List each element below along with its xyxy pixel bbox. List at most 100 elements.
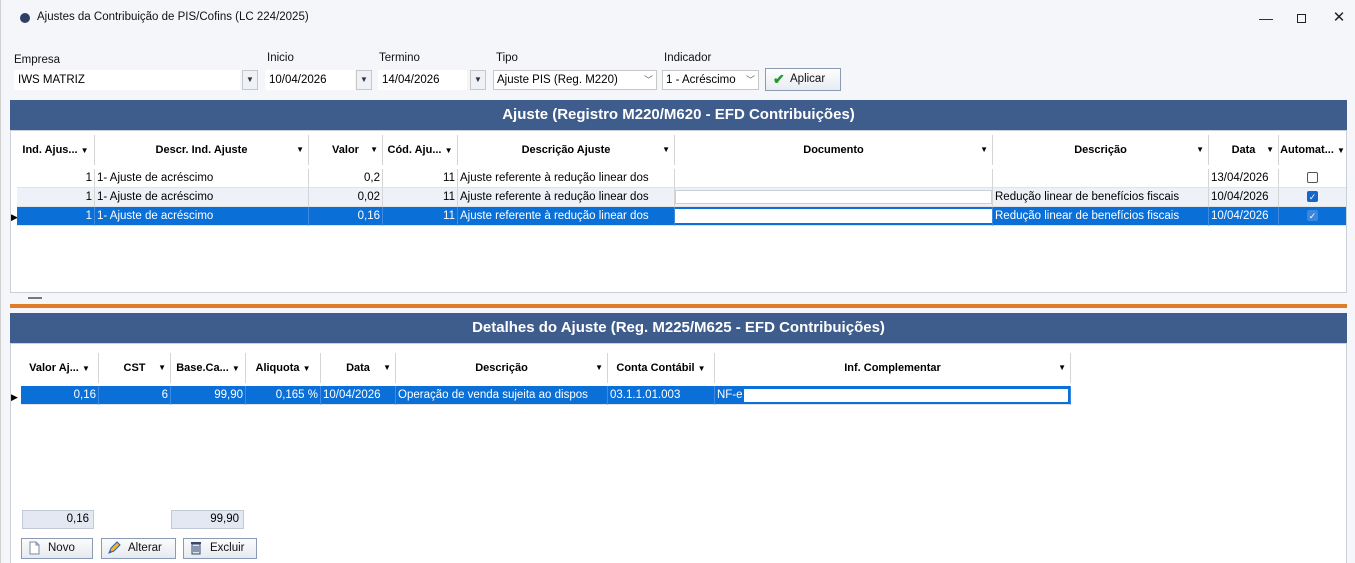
empresa-combo[interactable]: IWS MATRIZ — [14, 70, 240, 90]
novo-button[interactable]: Novo — [21, 538, 93, 559]
cell-descricao: Operação de venda sujeita ao dispos — [396, 386, 608, 405]
cell-valor: 0,02 — [309, 188, 383, 207]
col-label: Ind. Ajus... — [22, 144, 78, 156]
empresa-dropdown-button[interactable]: ▼ — [242, 70, 258, 90]
sort-arrow-icon: ▼ — [1336, 145, 1345, 155]
col-data[interactable]: Data ▼ — [321, 353, 396, 383]
cell-ind: 1 — [17, 169, 95, 188]
col-descricao[interactable]: Descrição ▼ — [993, 135, 1209, 165]
inf-complementar-field[interactable] — [743, 388, 1068, 402]
cell-data: 10/04/2026 — [321, 386, 396, 405]
cell-descr-ajuste: Ajuste referente à redução linear dos — [458, 188, 675, 207]
col-label: Valor — [332, 144, 359, 156]
minimize-button[interactable]: — — [1251, 8, 1281, 28]
indicador-value: 1 - Acréscimo — [666, 74, 736, 86]
table-row-selected[interactable]: 0,16 6 99,90 0,165 % 10/04/2026 Operação… — [21, 386, 1071, 405]
col-label: Data — [346, 362, 370, 374]
cell-base: 99,90 — [171, 386, 246, 405]
col-label: CST — [123, 362, 146, 374]
col-label: Documento — [803, 144, 864, 156]
cell-data: 10/04/2026 — [1209, 188, 1279, 207]
col-ind-ajuste[interactable]: Ind. Ajus... ▼ — [17, 135, 95, 165]
cell-documento[interactable] — [675, 188, 993, 207]
maximize-icon — [1296, 14, 1306, 23]
col-label: Data — [1231, 144, 1256, 156]
apply-button[interactable]: ✔ Aplicar — [765, 68, 841, 91]
table-row[interactable]: 1 1- Ajuste de acréscimo 0,2 11 Ajuste r… — [17, 169, 1346, 188]
app-icon — [20, 13, 30, 23]
col-automatico[interactable]: Automat... ▼ — [1279, 135, 1346, 165]
table-row[interactable]: 1 1- Ajuste de acréscimo 0,02 11 Ajuste … — [17, 188, 1346, 207]
sort-arrow-icon: ▼ — [595, 363, 603, 372]
main-window: Ajustes da Contribuição de PIS/Cofins (L… — [0, 0, 1355, 563]
table-row-selected[interactable]: 1 1- Ajuste de acréscimo 0,16 11 Ajuste … — [17, 207, 1346, 226]
col-label: Descrição — [1074, 144, 1127, 156]
col-documento[interactable]: Documento ▼ — [675, 135, 993, 165]
col-descr-ind-ajuste[interactable]: Descr. Ind. Ajuste ▼ — [95, 135, 309, 165]
splitter[interactable] — [10, 304, 1347, 308]
col-label: Valor Aj... — [29, 362, 79, 374]
documento-field[interactable] — [675, 209, 992, 223]
indicador-select[interactable]: 1 - Acréscimo ﹀ — [662, 70, 759, 90]
excluir-label: Excluir — [210, 542, 245, 554]
sort-arrow-icon: ▼ — [231, 363, 240, 373]
col-label: Descr. Ind. Ajuste — [155, 144, 248, 156]
cell-valor: 0,16 — [309, 207, 383, 226]
title-bar: Ajustes da Contribuição de PIS/Cofins (L… — [1, 0, 1355, 36]
detalhes-grid-header: Valor Aj... ▼ CST ▼ Base.Ca... ▼ Aliquota… — [21, 353, 1071, 383]
col-valor[interactable]: Valor ▼ — [309, 135, 383, 165]
sort-arrow-icon: ▼ — [370, 145, 378, 154]
cell-cod: 11 — [383, 188, 458, 207]
col-aliquota[interactable]: Aliquota ▼ — [246, 353, 321, 383]
ajuste-section-header: Ajuste (Registro M220/M620 - EFD Contrib… — [10, 100, 1347, 130]
automatico-checkbox[interactable]: ✓ — [1307, 191, 1318, 202]
window-title: Ajustes da Contribuição de PIS/Cofins (L… — [37, 11, 309, 23]
cell-automatico: ✓ — [1279, 188, 1346, 207]
new-document-icon — [29, 541, 40, 555]
col-cod-ajuste[interactable]: Cód. Aju... ▼ — [383, 135, 458, 165]
cell-valor: 0,2 — [309, 169, 383, 188]
col-conta-contabil[interactable]: Conta Contábil ▼ — [608, 353, 715, 383]
automatico-checkbox[interactable]: ✓ — [1307, 210, 1318, 221]
cell-cod: 11 — [383, 207, 458, 226]
col-label: Descrição Ajuste — [521, 144, 611, 156]
col-data[interactable]: Data ▼ — [1209, 135, 1279, 165]
cell-aliquota: 0,165 % — [246, 386, 321, 405]
cell-descr-ajuste: Ajuste referente à redução linear dos — [458, 169, 675, 188]
chevron-down-icon: ﹀ — [643, 75, 653, 85]
splitter-grip[interactable] — [28, 297, 42, 299]
total-base: 99,90 — [171, 510, 244, 529]
detalhes-section-header: Detalhes do Ajuste (Reg. M225/M625 - EFD… — [10, 313, 1347, 343]
sort-arrow-icon: ▼ — [158, 363, 166, 372]
termino-dropdown-button[interactable]: ▼ — [470, 70, 486, 90]
sort-arrow-icon: ▼ — [980, 145, 988, 154]
inicio-date-field[interactable]: 10/04/2026 — [265, 70, 355, 90]
sort-arrow-icon: ▼ — [662, 145, 670, 154]
sort-arrow-icon: ▼ — [1058, 363, 1066, 372]
cell-descricao: Redução linear de benefícios fiscais — [993, 188, 1209, 207]
cell-documento[interactable] — [675, 207, 993, 226]
sort-arrow-icon: ▼ — [444, 145, 453, 155]
delete-icon — [191, 542, 201, 555]
alterar-button[interactable]: Alterar — [101, 538, 176, 559]
col-label: Base.Ca... — [176, 362, 229, 374]
automatico-checkbox[interactable] — [1307, 172, 1318, 183]
col-valor-ajuste[interactable]: Valor Aj... ▼ — [21, 353, 99, 383]
col-descricao[interactable]: Descrição ▼ — [396, 353, 608, 383]
close-button[interactable]: ✕ — [1324, 8, 1354, 28]
cell-ind: 1 — [17, 188, 95, 207]
col-base-calculo[interactable]: Base.Ca... ▼ — [171, 353, 246, 383]
cell-inf-complementar[interactable]: NF-e — [715, 386, 1071, 405]
maximize-button[interactable] — [1286, 8, 1316, 28]
cell-cod: 11 — [383, 169, 458, 188]
inicio-dropdown-button[interactable]: ▼ — [356, 70, 372, 90]
tipo-select[interactable]: Ajuste PIS (Reg. M220) ﹀ — [493, 70, 657, 90]
termino-date-field[interactable]: 14/04/2026 — [378, 70, 467, 90]
documento-field[interactable] — [675, 190, 992, 204]
col-descricao-ajuste[interactable]: Descrição Ajuste ▼ — [458, 135, 675, 165]
col-cst[interactable]: CST ▼ — [99, 353, 171, 383]
col-inf-complementar[interactable]: Inf. Complementar ▼ — [715, 353, 1071, 383]
col-label: Inf. Complementar — [844, 362, 941, 374]
checkmark-icon: ✔ — [773, 71, 785, 87]
excluir-button[interactable]: Excluir — [183, 538, 257, 559]
